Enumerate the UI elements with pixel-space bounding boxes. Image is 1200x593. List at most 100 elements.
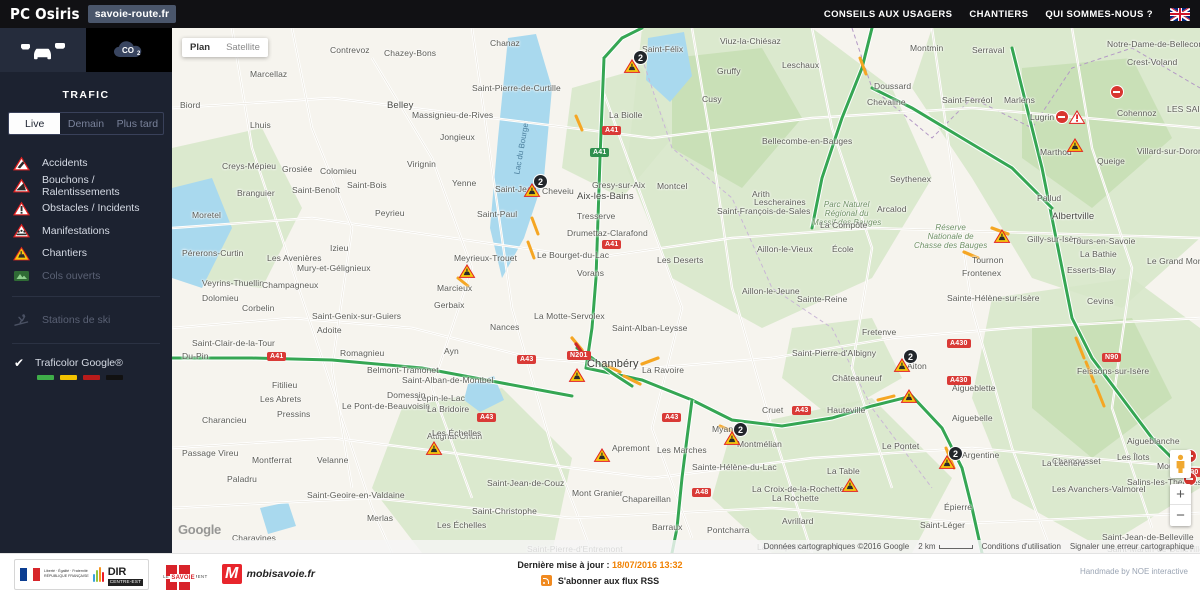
legend-item-stations-de-ski[interactable]: Stations de ski: [0, 309, 172, 331]
map-place-label: Meyrieux-Trouet: [454, 253, 518, 263]
map-place-label: Châteauneuf: [832, 373, 882, 383]
top-bar: PC Osiris savoie-route.fr CONSEILS AUX U…: [0, 0, 1200, 28]
map-place-label: Barraux: [652, 522, 683, 532]
map-place-label: Tours-en-Savoie: [1072, 236, 1136, 246]
legend-item-bouchons[interactable]: Bouchons / Ralentissements: [0, 173, 172, 198]
mountain-pass-icon: [12, 267, 31, 284]
map-place-label: Moretel: [192, 210, 222, 220]
map-place-label: Grosiée: [282, 164, 313, 174]
map-place-label: Gruffy: [717, 66, 741, 76]
map-place-label: Cheveiu: [542, 186, 574, 196]
swatch-red: [83, 375, 100, 380]
map-place-label: La Ravoire: [642, 365, 685, 375]
footer: Liberté · Égalité · Fraternité RÉPUBLIQU…: [0, 553, 1200, 593]
map-place-label: Le Grand Mont: [1147, 256, 1200, 266]
legend-item-cols-ouverts[interactable]: Cols ouverts: [0, 265, 172, 288]
uk-flag-icon[interactable]: [1170, 7, 1190, 21]
traficolor-checkbox[interactable]: ✔: [13, 356, 25, 370]
map-attribution: Données cartographiques ©2016 Google 2 k…: [172, 540, 1200, 553]
map-viewport[interactable]: Lac du Bourget Chanaz Saint-Félix Viuz-la-C…: [172, 28, 1200, 553]
congestion-triangle-icon: [12, 177, 31, 194]
roadworks-triangle-icon: [458, 263, 476, 278]
map-place-label: Le Pontet: [882, 441, 920, 451]
legend-item-accidents[interactable]: Accidents: [0, 152, 172, 175]
traficolor-toggle[interactable]: ✔ Traficolor Google®: [13, 356, 172, 370]
street-view-pegman-icon[interactable]: [1170, 450, 1191, 478]
map-place-label: Colomieu: [320, 166, 357, 176]
map-place-label: Doussard: [874, 81, 912, 91]
legend-label: Cols ouverts: [42, 269, 101, 282]
filter-plus-tard[interactable]: Plus tard: [112, 113, 163, 134]
brand[interactable]: PC Osiris savoie-route.fr: [0, 5, 177, 23]
accident-triangle-icon: [12, 155, 31, 172]
map-place-label: Aillon-le-Jeune: [742, 286, 800, 296]
map-place-label: Saint-Bois: [347, 180, 387, 190]
marker-cluster-count: 2: [533, 174, 548, 189]
attribution-terms[interactable]: Conditions d'utilisation: [982, 542, 1061, 551]
map-place-label: Saint-Paul: [477, 209, 518, 219]
map-place-label: Aigueblanche: [1127, 436, 1180, 446]
road-shield: A430: [947, 339, 971, 348]
map-place-label: Avrillard: [782, 516, 814, 526]
map-place-label: Lhuis: [250, 120, 271, 130]
nav-chantiers[interactable]: CHANTIERS: [969, 9, 1028, 20]
map-place-label: Saint-Genix-sur-Guiers: [312, 311, 402, 321]
roadworks-triangle-icon: [425, 440, 443, 455]
event-triangle-icon: [12, 222, 31, 239]
map-canvas[interactable]: Lac du Bourget Chanaz Saint-Félix Viuz-la-C…: [172, 28, 1200, 553]
map-type-plan[interactable]: Plan: [182, 38, 218, 57]
map-place-label: Virignin: [407, 159, 436, 169]
map-place-label: Queige: [1097, 156, 1126, 166]
attribution-report[interactable]: Signaler une erreur cartographique: [1070, 542, 1194, 551]
map-place-label: Biord: [180, 100, 201, 110]
scale-label: 2 km: [918, 542, 936, 551]
map-place-label: Gerbaix: [434, 300, 465, 310]
zoom-in-button[interactable]: +: [1170, 484, 1191, 505]
swatch-green: [37, 375, 54, 380]
map-place-label: La Biolle: [609, 110, 643, 120]
map-place-label: Tournon: [972, 255, 1004, 265]
swatch-yellow: [60, 375, 77, 380]
nav-conseils-aux-usagers[interactable]: CONSEILS AUX USAGERS: [824, 9, 953, 20]
filter-live[interactable]: Live: [9, 113, 61, 134]
roadworks-triangle-icon: [12, 245, 31, 262]
nav-qui-sommes-nous[interactable]: QUI SOMMES-NOUS ?: [1045, 9, 1153, 20]
tab-co2[interactable]: CO 2: [86, 28, 172, 72]
zoom-out-button[interactable]: −: [1170, 505, 1191, 526]
map-place-label: Argentine: [962, 450, 1000, 460]
legend-item-chantiers[interactable]: Chantiers: [0, 242, 172, 265]
roadworks-triangle-icon: [1066, 137, 1084, 152]
map-place-label: Arcalod: [877, 204, 907, 214]
legend-label: Bouchons / Ralentissements: [42, 173, 120, 198]
map-place-label: Chevaline: [867, 97, 906, 107]
map-place-label: Frontenex: [962, 268, 1002, 278]
time-filter-group: Live Demain Plus tard: [8, 112, 164, 135]
map-place-label: Hauteville: [827, 405, 866, 415]
map-place-label: Serraval: [972, 45, 1005, 55]
map-place-label: Domessin: [387, 390, 426, 400]
map-place-label: Seythenex: [890, 174, 932, 184]
app-root: PC Osiris savoie-route.fr CONSEILS AUX U…: [0, 0, 1200, 593]
svg-text:CO: CO: [122, 46, 134, 55]
map-place-label: Yenne: [452, 178, 477, 188]
map-place-label: Les Îlots: [1117, 452, 1150, 462]
marker-cluster-count: 2: [948, 446, 963, 461]
map-place-label: Notre-Dame-de-Bellecombe: [1107, 39, 1200, 49]
tab-trafic[interactable]: [0, 28, 86, 72]
map-place-label: Saint-Benoît: [292, 185, 340, 195]
roadworks-triangle-icon: [568, 367, 586, 382]
map-place-label: Mury-et-Gélignieux: [297, 263, 371, 273]
legend-item-manifestations[interactable]: Manifestations: [0, 220, 172, 243]
map-place-label: Saint-Félix: [642, 44, 684, 54]
legend-item-obstacles[interactable]: Obstacles / Incidents: [0, 197, 172, 220]
rss-subscribe-link[interactable]: S'abonner aux flux RSS: [540, 575, 659, 586]
filter-demain[interactable]: Demain: [60, 113, 111, 134]
map-place-label: Marlens: [1004, 95, 1035, 105]
legend-list: Accidents Bouchons / Ralentissements Obs…: [0, 149, 172, 380]
map-place-label: Cruet: [762, 405, 784, 415]
map-place-label: Sainte-Reine: [797, 294, 848, 304]
map-place-label: Pressins: [277, 409, 311, 419]
map-type-satellite[interactable]: Satellite: [218, 38, 268, 57]
map-scale-bar: 2 km: [918, 542, 973, 551]
road-shield: A41: [267, 352, 287, 361]
